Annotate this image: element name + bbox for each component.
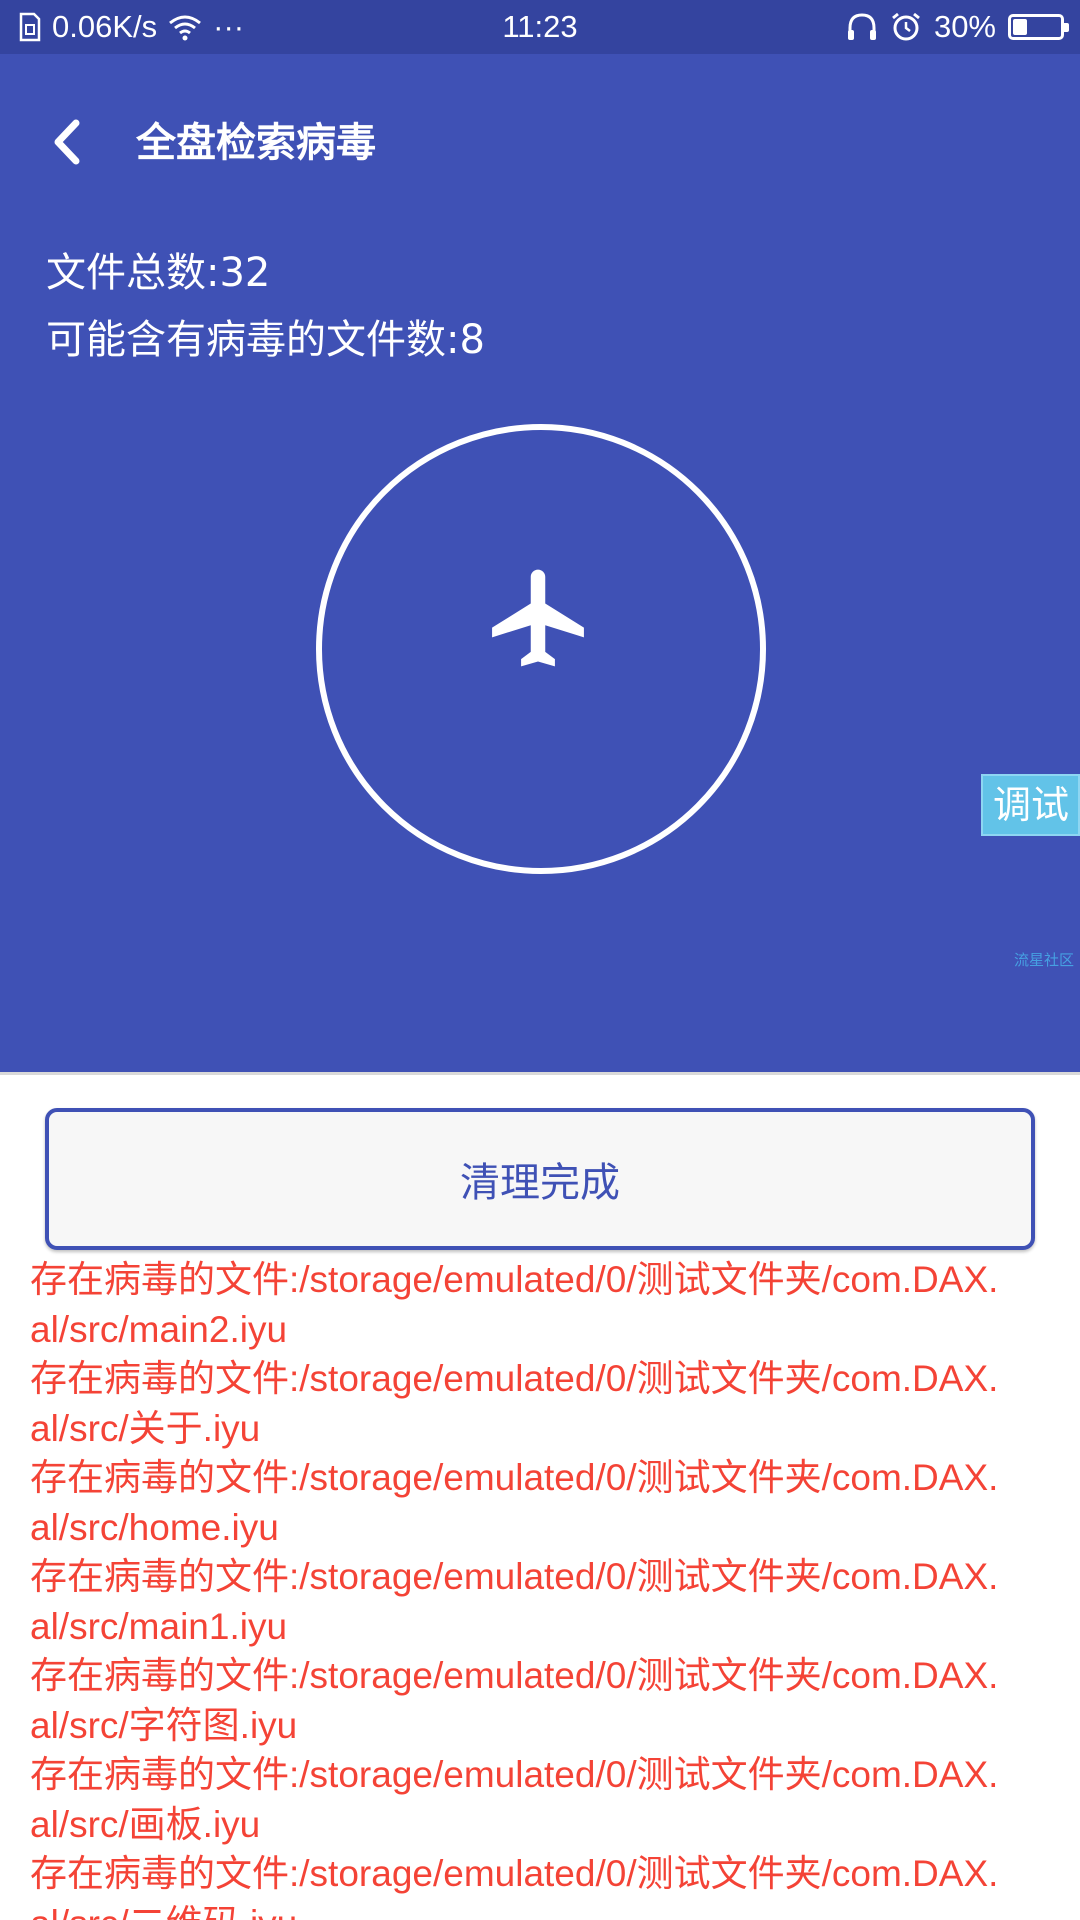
divider [0, 1072, 1080, 1075]
list-item: 存在病毒的文件:/storage/emulated/0/测试文件夹/com.DA… [30, 1457, 999, 1548]
total-files-count: 文件总数:32 [46, 250, 271, 296]
infected-file-list: 存在病毒的文件:/storage/emulated/0/测试文件夹/com.DA… [30, 1255, 1060, 1920]
debug-tab[interactable]: 调试 [981, 774, 1080, 836]
list-item: 存在病毒的文件:/storage/emulated/0/测试文件夹/com.DA… [30, 1556, 999, 1647]
list-item: 存在病毒的文件:/storage/emulated/0/测试文件夹/com.DA… [30, 1754, 999, 1845]
infected-files-count: 可能含有病毒的文件数:8 [46, 317, 485, 363]
watermark: 流星社区 [1014, 951, 1075, 969]
list-item: 存在病毒的文件:/storage/emulated/0/测试文件夹/com.DA… [30, 1358, 999, 1449]
clean-complete-button[interactable]: 清理完成 [45, 1108, 1035, 1250]
battery-fill [1013, 19, 1027, 35]
status-time: 11:23 [502, 9, 578, 44]
list-item: 存在病毒的文件:/storage/emulated/0/测试文件夹/com.DA… [30, 1259, 999, 1350]
list-item: 存在病毒的文件:/storage/emulated/0/测试文件夹/com.DA… [30, 1853, 999, 1920]
page-title: 全盘检索病毒 [136, 120, 376, 166]
battery-icon [1008, 14, 1069, 40]
airplane-icon [492, 569, 584, 667]
clean-complete-label: 清理完成 [460, 1160, 620, 1206]
status-bar: 0.06K/s ··· 11:23 30% [0, 0, 1080, 54]
status-right: 30% [846, 0, 1069, 54]
battery-percent: 30% [933, 9, 996, 44]
back-arrow-icon[interactable] [48, 115, 88, 169]
headphones-icon [847, 13, 876, 40]
list-item: 存在病毒的文件:/storage/emulated/0/测试文件夹/com.DA… [30, 1655, 999, 1746]
alarm-icon [892, 12, 920, 41]
